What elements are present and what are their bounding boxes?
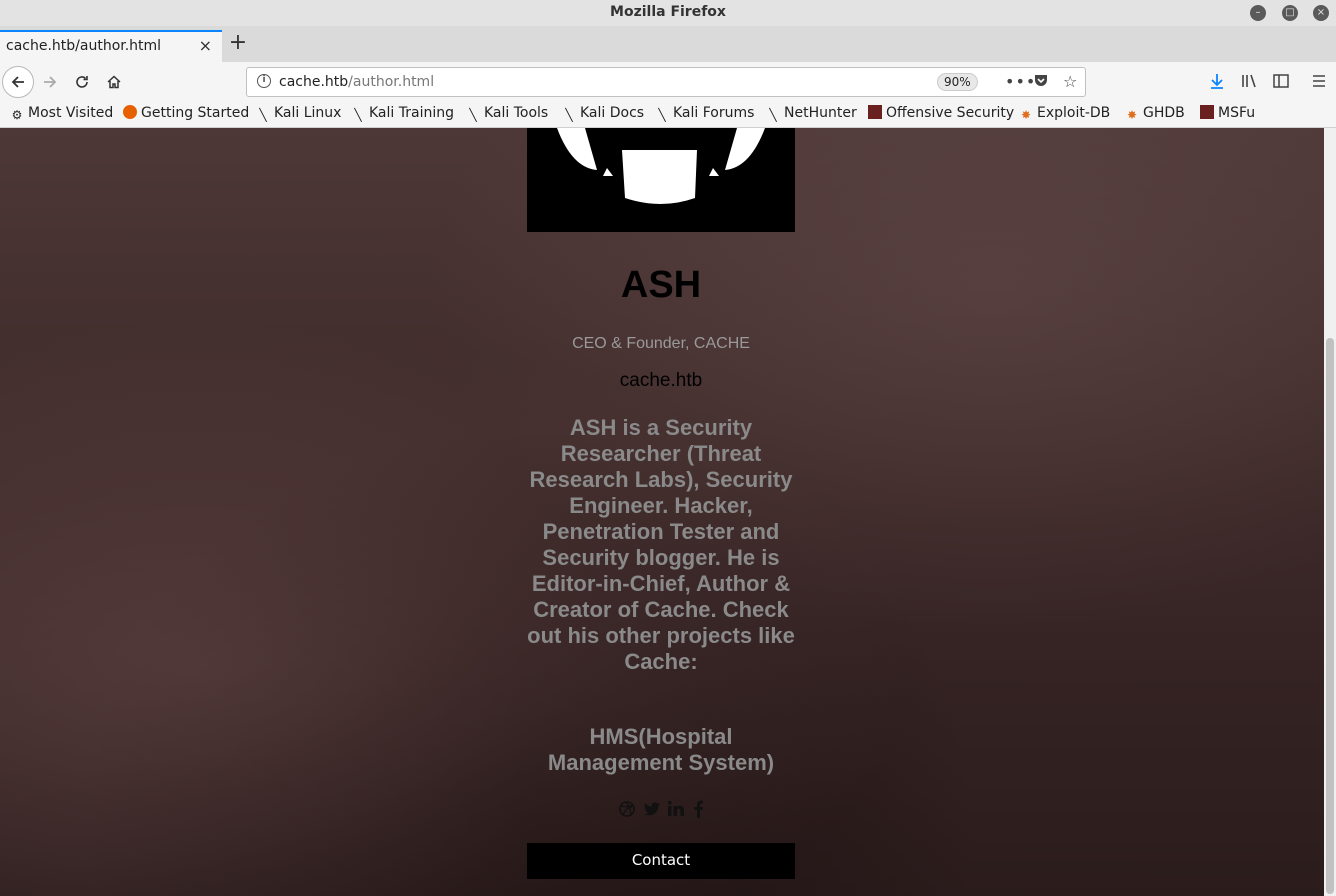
downloads-icon[interactable]	[1208, 72, 1226, 94]
maximize-button[interactable]: □	[1282, 5, 1298, 21]
back-arrow-icon	[11, 76, 24, 88]
bookmark-label: GHDB	[1143, 105, 1185, 121]
page-scrollbar[interactable]	[1324, 128, 1336, 896]
kali-icon: ╲	[354, 108, 362, 122]
author-role: CEO & Founder, CACHE	[572, 335, 750, 352]
bookmark-label: Kali Tools	[484, 105, 549, 121]
bookmark-msfu[interactable]: MSFu	[1200, 105, 1255, 121]
bookmark-label: Exploit-DB	[1037, 105, 1111, 121]
bookmark-label: Kali Docs	[580, 105, 645, 121]
linkedin-icon[interactable]	[667, 800, 685, 820]
navigation-toolbar: i cache.htb/author.html 90% ••• ☆	[0, 62, 1336, 102]
bookmark-ghdb[interactable]: ✸ GHDB	[1125, 105, 1185, 122]
bookmark-label: Getting Started	[141, 105, 250, 121]
bookmark-label: Most Visited	[28, 105, 114, 121]
bookmark-offensive-security[interactable]: Offensive Security	[868, 105, 1014, 121]
exploitdb-icon: ✸	[1020, 108, 1032, 122]
window-title: Mozilla Firefox	[610, 4, 726, 20]
bookmark-exploit-db[interactable]: ✸ Exploit-DB	[1019, 105, 1110, 122]
url-bar[interactable]: i cache.htb/author.html 90% ••• ☆	[246, 67, 1086, 97]
bookmark-label: Offensive Security	[886, 105, 1015, 121]
bookmark-kali-tools[interactable]: ╲ Kali Tools	[466, 105, 548, 122]
forward-button[interactable]	[36, 68, 64, 96]
kali-icon: ╲	[658, 108, 666, 122]
url-host: cache.htb	[279, 74, 349, 90]
pocket-icon[interactable]	[1033, 72, 1049, 92]
kali-icon: ╲	[259, 108, 267, 122]
tab-close-icon[interactable]: ×	[199, 36, 212, 55]
home-button[interactable]	[100, 68, 128, 96]
window-titlebar: Mozilla Firefox – □ ×	[0, 0, 1336, 26]
gear-icon: ⚙	[11, 108, 23, 122]
scrollbar-thumb[interactable]	[1326, 338, 1334, 894]
author-project: HMS(Hospital Management System)	[547, 724, 775, 775]
author-site: cache.htb	[619, 370, 703, 391]
library-icon[interactable]	[1240, 72, 1258, 94]
bookmark-star-icon[interactable]: ☆	[1063, 72, 1077, 91]
author-name: ASH	[620, 264, 702, 306]
kali-icon: ╲	[769, 108, 777, 122]
url-text[interactable]: cache.htb/author.html	[279, 74, 434, 90]
twitter-icon[interactable]	[643, 800, 661, 820]
close-window-button[interactable]: ×	[1313, 5, 1329, 21]
exploitdb-icon: ✸	[1126, 108, 1138, 122]
offsec-icon	[868, 105, 882, 119]
zoom-indicator[interactable]: 90%	[937, 73, 978, 91]
new-tab-button[interactable]: +	[226, 32, 250, 56]
home-icon	[107, 75, 121, 89]
bookmark-label: Kali Training	[369, 105, 454, 121]
url-path: /author.html	[348, 74, 435, 90]
author-bio: ASH is a Security Researcher (Threat Res…	[527, 415, 795, 674]
bookmark-label: NetHunter	[784, 105, 857, 121]
minimize-button[interactable]: –	[1250, 5, 1266, 21]
social-links	[527, 800, 795, 820]
bookmark-nethunter[interactable]: ╲ NetHunter	[766, 105, 857, 122]
tab-title: cache.htb/author.html	[6, 38, 162, 54]
bookmark-label: Kali Linux	[274, 105, 342, 121]
facebook-icon[interactable]	[692, 800, 704, 820]
contact-button[interactable]: Contact	[527, 843, 795, 879]
bookmark-kali-training[interactable]: ╲ Kali Training	[351, 105, 454, 122]
tab-strip: cache.htb/author.html × +	[0, 26, 1336, 62]
bookmark-label: MSFu	[1218, 105, 1256, 121]
page-actions-icon[interactable]: •••	[1005, 72, 1036, 91]
bookmark-kali-docs[interactable]: ╲ Kali Docs	[562, 105, 644, 122]
page-content: ASH CEO & Founder, CACHE cache.htb ASH i…	[0, 128, 1324, 896]
back-button[interactable]	[2, 66, 34, 98]
reload-icon	[76, 76, 88, 88]
dribbble-icon[interactable]	[618, 800, 636, 820]
bookmark-label: Kali Forums	[673, 105, 755, 121]
tab-active[interactable]: cache.htb/author.html ×	[0, 30, 222, 62]
kali-icon: ╲	[565, 108, 573, 122]
menu-hamburger-icon[interactable]	[1311, 72, 1327, 94]
bookmark-kali-forums[interactable]: ╲ Kali Forums	[655, 105, 754, 122]
bookmark-getting-started[interactable]: Getting Started	[123, 105, 249, 121]
bookmark-most-visited[interactable]: ⚙ Most Visited	[10, 105, 114, 122]
author-avatar-image	[527, 128, 795, 232]
bookmark-kali-linux[interactable]: ╲ Kali Linux	[256, 105, 341, 122]
offsec-icon	[1200, 105, 1214, 119]
firefox-icon	[123, 105, 137, 119]
kali-icon: ╲	[469, 108, 477, 122]
bookmarks-toolbar: ⚙ Most Visited Getting Started ╲ Kali Linu…	[0, 102, 1336, 128]
reload-button[interactable]	[68, 68, 96, 96]
site-info-icon[interactable]: i	[257, 74, 271, 88]
forward-arrow-icon	[44, 76, 57, 88]
sidebar-icon[interactable]	[1272, 72, 1290, 94]
